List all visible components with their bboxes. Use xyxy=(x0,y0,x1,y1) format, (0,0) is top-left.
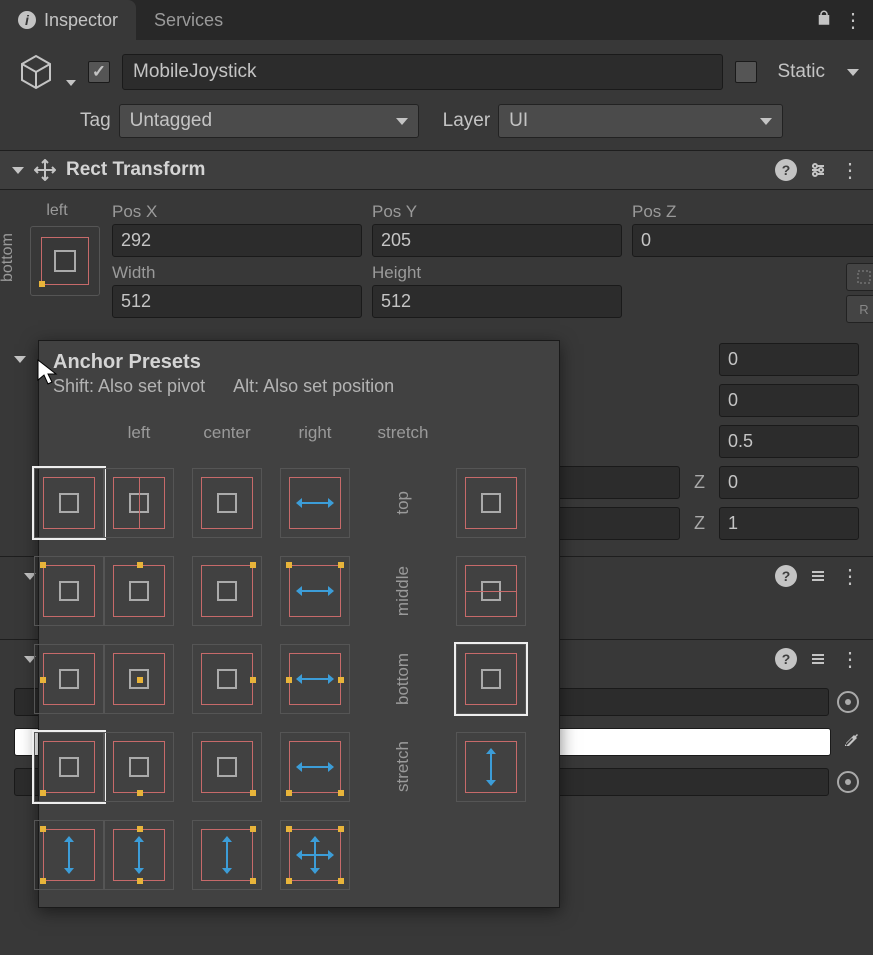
z-input[interactable] xyxy=(719,507,859,540)
foldout-icon[interactable] xyxy=(12,167,24,174)
preset-stretch-center[interactable] xyxy=(104,820,174,890)
z-label: Z xyxy=(694,472,705,493)
more-icon[interactable]: ⋮ xyxy=(843,8,863,33)
posy-label: Pos Y xyxy=(372,202,622,222)
preset-none-stretch[interactable] xyxy=(280,468,350,538)
row-header: top xyxy=(393,491,413,515)
tag-dropdown[interactable]: Untagged xyxy=(119,104,419,138)
static-checkbox[interactable] xyxy=(735,61,757,83)
tab-label: Services xyxy=(154,10,223,31)
alt-hint: Alt: Also set position xyxy=(233,376,394,397)
preset-none-left[interactable] xyxy=(34,468,104,538)
z-label: Z xyxy=(694,513,705,534)
static-label: Static xyxy=(777,61,825,83)
preset-middle-none[interactable] xyxy=(456,556,526,626)
rect-transform-header[interactable]: Rect Transform ? ⋮ xyxy=(0,150,873,190)
preset-middle-center[interactable] xyxy=(104,644,174,714)
layer-label: Layer xyxy=(443,110,491,132)
value-input[interactable] xyxy=(719,384,859,417)
help-icon[interactable]: ? xyxy=(775,159,797,181)
object-picker-icon[interactable] xyxy=(837,771,859,793)
object-picker-icon[interactable] xyxy=(837,691,859,713)
preset-bottom-center[interactable] xyxy=(104,732,174,802)
preset-icon[interactable] xyxy=(807,565,829,587)
popup-title: Anchor Presets xyxy=(39,341,559,376)
chevron-down-icon xyxy=(396,118,408,125)
col-header: left xyxy=(128,423,151,443)
active-checkbox[interactable] xyxy=(88,61,110,83)
z-input[interactable] xyxy=(719,466,859,499)
posz-label: Pos Z xyxy=(632,202,873,222)
anchor-presets-popup: Anchor Presets Shift: Also set pivot Alt… xyxy=(38,340,560,908)
icon-dropdown[interactable] xyxy=(66,80,76,86)
blueprint-button[interactable] xyxy=(846,263,873,291)
width-input[interactable] xyxy=(112,285,362,318)
row-header: middle xyxy=(393,566,413,616)
preset-bottom-right[interactable] xyxy=(192,732,262,802)
preset-icon[interactable] xyxy=(807,159,829,181)
height-label: Height xyxy=(372,263,622,283)
preset-middle-stretch[interactable] xyxy=(280,644,350,714)
preset-top-center[interactable] xyxy=(104,556,174,626)
tab-inspector[interactable]: i Inspector xyxy=(0,0,136,40)
preset-middle-left[interactable] xyxy=(34,644,104,714)
lock-icon[interactable] xyxy=(815,9,833,32)
col-header: stretch xyxy=(377,423,428,443)
preset-stretch-left[interactable] xyxy=(34,820,104,890)
chevron-down-icon xyxy=(760,118,772,125)
row-header: stretch xyxy=(393,741,413,792)
tag-layer-row: Tag Untagged Layer UI xyxy=(0,100,873,150)
help-icon[interactable]: ? xyxy=(775,648,797,670)
posz-input[interactable] xyxy=(632,224,873,257)
value-input[interactable] xyxy=(719,425,859,458)
static-dropdown[interactable] xyxy=(847,69,859,76)
component-title: Rect Transform xyxy=(66,159,765,181)
preset-stretch-stretch[interactable] xyxy=(280,820,350,890)
posx-label: Pos X xyxy=(112,202,362,222)
y-input[interactable] xyxy=(540,466,680,499)
preset-icon[interactable] xyxy=(807,648,829,670)
rect-transform-icon xyxy=(34,159,56,181)
preset-bottom-stretch[interactable] xyxy=(280,732,350,802)
layer-dropdown[interactable]: UI xyxy=(498,104,783,138)
foldout-icon[interactable] xyxy=(14,356,26,363)
tab-services[interactable]: Services xyxy=(136,0,241,40)
cube-icon[interactable] xyxy=(14,50,58,94)
y-input[interactable] xyxy=(540,507,680,540)
eyedropper-icon[interactable] xyxy=(839,730,859,755)
shift-hint: Shift: Also set pivot xyxy=(53,376,205,397)
raw-button[interactable]: R xyxy=(846,295,873,323)
name-field[interactable] xyxy=(122,54,723,90)
help-icon[interactable]: ? xyxy=(775,565,797,587)
preset-middle-right[interactable] xyxy=(192,644,262,714)
preset-top-right[interactable] xyxy=(192,556,262,626)
preset-top-stretch[interactable] xyxy=(280,556,350,626)
info-icon: i xyxy=(18,11,36,29)
height-input[interactable] xyxy=(372,285,622,318)
preset-none-center[interactable] xyxy=(104,468,174,538)
preset-bottom-none[interactable] xyxy=(456,644,526,714)
more-icon[interactable]: ⋮ xyxy=(839,565,861,587)
value-input[interactable] xyxy=(719,343,859,376)
more-icon[interactable]: ⋮ xyxy=(839,648,861,670)
col-header: center xyxy=(203,423,250,443)
preset-bottom-left[interactable] xyxy=(34,732,104,802)
row-header: bottom xyxy=(393,653,413,705)
preset-stretch-right[interactable] xyxy=(192,820,262,890)
gameobject-header: Static xyxy=(0,40,873,100)
posx-input[interactable] xyxy=(112,224,362,257)
preset-grid: left center right stretch top middle bot… xyxy=(39,407,559,907)
anchor-preset-button[interactable]: left bottom xyxy=(14,202,100,323)
posy-input[interactable] xyxy=(372,224,622,257)
preset-stretch-none[interactable] xyxy=(456,732,526,802)
col-header: right xyxy=(298,423,331,443)
preset-top-left[interactable] xyxy=(34,556,104,626)
more-icon[interactable]: ⋮ xyxy=(839,159,861,181)
preset-none-right[interactable] xyxy=(192,468,262,538)
tag-label: Tag xyxy=(80,110,111,132)
width-label: Width xyxy=(112,263,362,283)
preset-top-none[interactable] xyxy=(456,468,526,538)
tab-bar: i Inspector Services ⋮ xyxy=(0,0,873,40)
tab-label: Inspector xyxy=(44,10,118,31)
